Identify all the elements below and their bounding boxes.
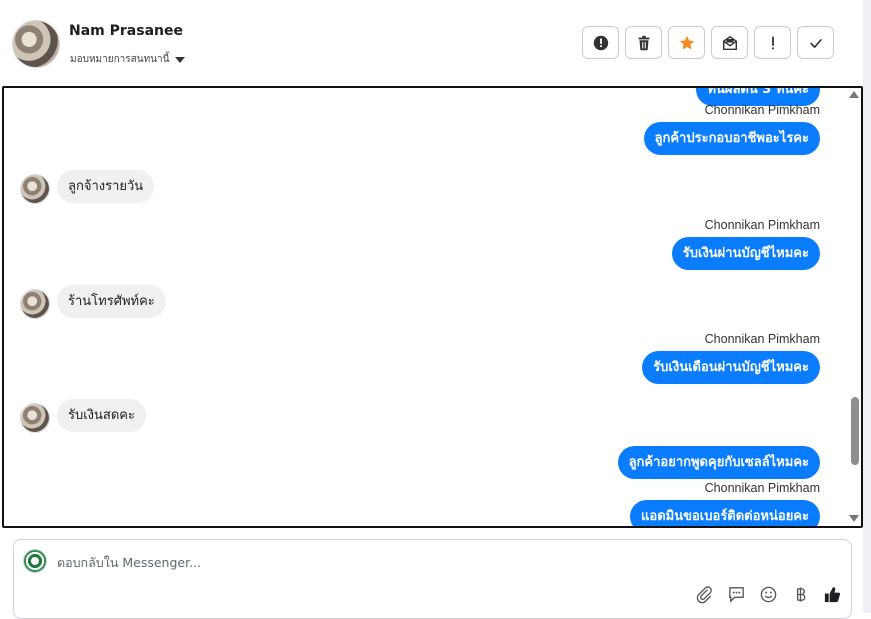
caret-down-icon xyxy=(175,56,186,63)
conversation-header: Nam Prasanee มอบหมายการสนทนานี้ xyxy=(0,0,863,86)
message-bubble-outgoing: แอดมินขอเบอร์ติดต่อหน่อยคะ xyxy=(630,500,820,526)
message-bubble-incoming: ร้านโทรศัพท์คะ xyxy=(57,285,166,318)
contact-mini-avatar xyxy=(20,403,50,433)
assign-conversation-dropdown[interactable]: มอบหมายการสนทนานี้ xyxy=(70,52,186,67)
message-bubble-outgoing: รับเงินเดือนผ่านบัญชีไหมคะ xyxy=(642,351,820,384)
message-thread[interactable]: ทันผลตัน 3 ทันคะ Chonnikan Pimkham ลูกค้… xyxy=(2,86,863,528)
thumbs-up-icon xyxy=(824,586,840,602)
window-edge xyxy=(863,0,871,613)
envelope-icon xyxy=(722,35,737,50)
attach-button[interactable] xyxy=(693,583,715,605)
mark-done-button[interactable] xyxy=(797,26,834,59)
scrollbar-thumb[interactable] xyxy=(851,397,859,465)
page-logo xyxy=(23,549,47,573)
message-bubble-incoming: รับเงินสดคะ xyxy=(57,399,146,432)
delete-button[interactable] xyxy=(625,26,662,59)
send-like-button[interactable] xyxy=(821,583,843,605)
star-icon xyxy=(679,35,694,49)
mark-spam-button[interactable] xyxy=(582,26,619,59)
trash-icon xyxy=(638,35,649,50)
baht-icon xyxy=(796,586,805,602)
emoji-icon xyxy=(760,586,776,602)
checkmark-icon xyxy=(809,38,822,48)
reply-composer xyxy=(13,539,852,619)
saved-replies-button[interactable] xyxy=(725,583,747,605)
contact-mini-avatar xyxy=(20,174,50,204)
mark-unread-button[interactable] xyxy=(711,26,748,59)
star-button[interactable] xyxy=(668,26,705,59)
paperclip-icon xyxy=(696,585,712,603)
scroll-down-arrow-icon[interactable] xyxy=(849,515,859,522)
reply-input[interactable] xyxy=(57,552,657,572)
message-sender: Chonnikan Pimkham xyxy=(704,481,820,495)
conversation-actions xyxy=(582,26,834,59)
contact-name[interactable]: Nam Prasanee xyxy=(69,23,183,39)
message-sender: Chonnikan Pimkham xyxy=(704,103,820,117)
message-bubble-outgoing: ลูกค้าอยากพูดคุยกับเซลล์ไหมคะ xyxy=(617,446,820,479)
composer-tools xyxy=(693,583,843,605)
follow-up-button[interactable] xyxy=(754,26,791,59)
scroll-up-arrow-icon[interactable] xyxy=(849,91,859,98)
message-sender: Chonnikan Pimkham xyxy=(704,332,820,346)
message-bubble-outgoing: รับเงินผ่านบัญชีไหมคะ xyxy=(671,237,820,270)
payment-button[interactable] xyxy=(789,583,811,605)
emoji-button[interactable] xyxy=(757,583,779,605)
exclamation-icon xyxy=(771,36,774,49)
message-bubble-outgoing: ลูกค้าประกอบอาชีพอะไรคะ xyxy=(643,122,820,155)
assign-label: มอบหมายการสนทนานี้ xyxy=(70,54,170,65)
contact-avatar[interactable] xyxy=(12,20,60,68)
saved-reply-icon xyxy=(728,586,744,603)
alert-circle-icon xyxy=(593,35,608,50)
message-bubble-incoming: ลูกจ้างรายวัน xyxy=(57,170,155,203)
contact-mini-avatar xyxy=(20,289,50,319)
message-sender: Chonnikan Pimkham xyxy=(704,218,820,232)
